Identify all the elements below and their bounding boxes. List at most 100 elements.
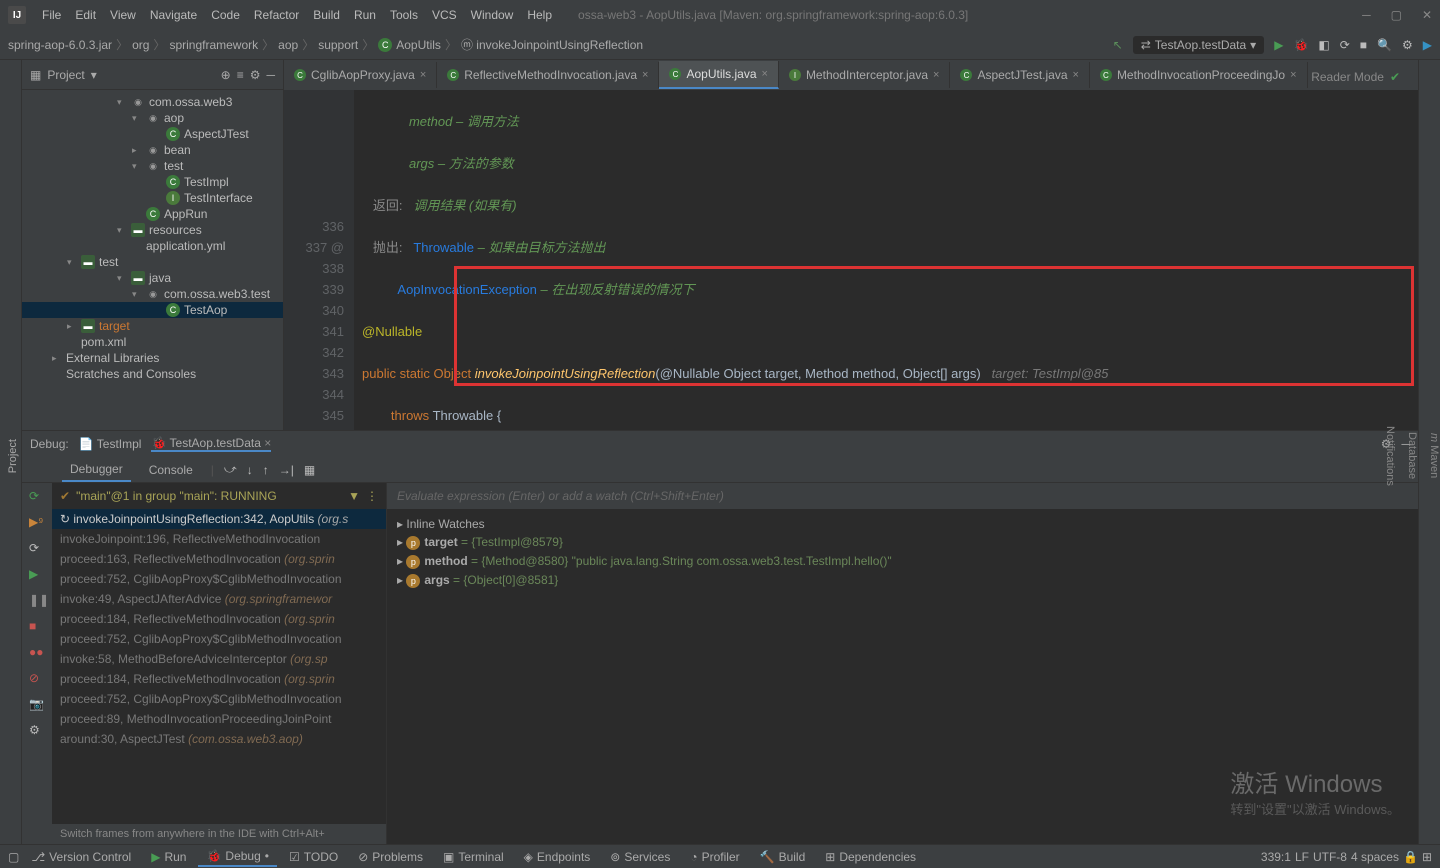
run-icon[interactable]: ▶ [1274, 38, 1283, 52]
sb-run[interactable]: ▶ Run [143, 848, 194, 866]
menu-code[interactable]: Code [205, 4, 246, 26]
editor-tab[interactable]: CCglibAopProxy.java× [284, 62, 437, 88]
tree-node[interactable]: pom.xml [22, 334, 283, 350]
play-icon[interactable]: ▶ [29, 567, 45, 583]
menu-vcs[interactable]: VCS [426, 4, 463, 26]
run-to-cursor-icon[interactable]: →| [279, 463, 294, 477]
sb-build[interactable]: 🔨 Build [752, 848, 814, 866]
tree-node[interactable]: ▾▬resources [22, 222, 283, 238]
sb-terminal[interactable]: ▣ Terminal [435, 848, 512, 866]
crumb[interactable]: AopUtils [396, 38, 441, 52]
tree-node[interactable]: ▾◉test [22, 158, 283, 174]
collapse-icon[interactable]: ≡ [237, 68, 244, 82]
locate-icon[interactable]: ⊕ [221, 68, 231, 82]
stack-frame[interactable]: invoke:58, MethodBeforeAdviceInterceptor… [52, 649, 386, 669]
menu-refactor[interactable]: Refactor [248, 4, 305, 26]
tool-notifications[interactable]: Notifications [1384, 426, 1396, 486]
menu-edit[interactable]: Edit [69, 4, 102, 26]
stack-frame[interactable]: proceed:184, ReflectiveMethodInvocation … [52, 669, 386, 689]
stop-icon[interactable]: ■ [29, 619, 45, 635]
gear-icon[interactable]: ⚙ [250, 68, 261, 82]
sb-profiler[interactable]: ◔ Profiler [682, 848, 747, 866]
stack-frame[interactable]: around:30, AspectJTest (com.ossa.web3.ao… [52, 729, 386, 749]
stack-frame[interactable]: invoke:49, AspectJAfterAdvice (org.sprin… [52, 589, 386, 609]
more-icon[interactable]: ⋮ [366, 489, 378, 503]
variable-row[interactable]: ▸ pmethod = {Method@8580} "public java.l… [397, 552, 1408, 571]
resume-icon[interactable]: ▶⁹ [29, 515, 45, 531]
pause2-icon[interactable]: ❚❚ [29, 593, 45, 609]
settings-icon[interactable]: ⚙ [1402, 38, 1413, 52]
pause-icon[interactable]: ⟳ [29, 541, 45, 557]
menu-file[interactable]: File [36, 4, 67, 26]
editor-tab[interactable]: CAopUtils.java× [659, 61, 778, 89]
settings-icon[interactable]: ⚙ [29, 723, 45, 739]
editor-tab[interactable]: CReflectiveMethodInvocation.java× [437, 62, 659, 88]
mute-icon[interactable]: ⊘ [29, 671, 45, 687]
tree-node[interactable]: CTestAop [22, 302, 283, 318]
sb-endpoints[interactable]: ◈ Endpoints [516, 848, 599, 866]
hide-icon[interactable]: ─ [266, 68, 275, 82]
tree-node[interactable]: application.yml [22, 238, 283, 254]
debug-icon[interactable]: 🐞 [1293, 38, 1308, 52]
play-icon[interactable]: ▶ [1423, 38, 1432, 52]
sb-todo[interactable]: ☑ TODO [281, 848, 346, 866]
coverage-icon[interactable]: ◧ [1318, 38, 1329, 52]
close-icon[interactable]: ✕ [1422, 8, 1432, 22]
editor-tab[interactable]: CMethodInvocationProceedingJo× [1090, 62, 1308, 88]
tool-maven[interactable]: m Maven [1428, 433, 1440, 478]
step-into-icon[interactable]: ↓ [247, 463, 253, 477]
step-out-icon[interactable]: ↑ [263, 463, 269, 477]
stack-frame[interactable]: proceed:752, CglibAopProxy$CglibMethodIn… [52, 629, 386, 649]
tree-node[interactable]: CAspectJTest [22, 126, 283, 142]
evaluate-field[interactable]: Evaluate expression (Enter) or add a wat… [387, 483, 1418, 509]
crumb[interactable]: org [132, 38, 149, 52]
debug-tab[interactable]: 🐞 TestAop.testData × [151, 436, 271, 452]
stack-frame[interactable]: proceed:89, MethodInvocationProceedingJo… [52, 709, 386, 729]
sb-vcs[interactable]: ⎇ Version Control [23, 848, 139, 866]
stack-frame[interactable]: proceed:163, ReflectiveMethodInvocation … [52, 549, 386, 569]
stop-icon[interactable]: ■ [1360, 38, 1367, 52]
thread-label[interactable]: "main"@1 in group "main": RUNNING [76, 489, 277, 503]
evaluate-icon[interactable]: ▦ [304, 463, 315, 477]
tool-database[interactable]: Database [1406, 432, 1418, 479]
breakpoints-icon[interactable]: ●● [29, 645, 45, 661]
run-config[interactable]: ⇄ TestAop.testData ▾ [1133, 36, 1264, 54]
step-over-icon[interactable]: ⤻ [224, 462, 237, 477]
tree-node[interactable]: CTestImpl [22, 174, 283, 190]
code-editor[interactable]: 336337 @338339340341342343344345346347 m… [284, 90, 1418, 430]
stack-frame[interactable]: proceed:752, CglibAopProxy$CglibMethodIn… [52, 569, 386, 589]
variable-row[interactable]: ▸ ptarget = {TestImpl@8579} [397, 533, 1408, 552]
tree-node[interactable]: ITestInterface [22, 190, 283, 206]
tree-node[interactable]: CAppRun [22, 206, 283, 222]
menu-tools[interactable]: Tools [384, 4, 424, 26]
tree-node[interactable]: ▾▬java [22, 270, 283, 286]
filter-icon[interactable]: ▼ [348, 489, 360, 503]
stack-frame[interactable]: proceed:184, ReflectiveMethodInvocation … [52, 609, 386, 629]
crumb[interactable]: aop [278, 38, 298, 52]
editor-tab[interactable]: IMethodInterceptor.java× [779, 62, 951, 88]
frames-list[interactable]: ↻ invokeJoinpointUsingReflection:342, Ao… [52, 509, 386, 824]
tree-node[interactable]: ▾▬test [22, 254, 283, 270]
menu-view[interactable]: View [104, 4, 142, 26]
tool-project[interactable]: Project [5, 433, 21, 479]
sb-lf[interactable]: LF [1295, 850, 1309, 864]
debug-tab[interactable]: 📄 TestImpl [79, 437, 142, 451]
camera-icon[interactable]: 📷 [29, 697, 45, 713]
menu-run[interactable]: Run [348, 4, 382, 26]
stack-frame[interactable]: proceed:752, CglibAopProxy$CglibMethodIn… [52, 689, 386, 709]
tree-node[interactable]: Scratches and Consoles [22, 366, 283, 382]
search-icon[interactable]: 🔍 [1377, 38, 1392, 52]
sb-debug[interactable]: 🐞 Debug • [198, 847, 277, 867]
tree-node[interactable]: ▾◉aop [22, 110, 283, 126]
profile-icon[interactable]: ⟳ [1340, 38, 1350, 52]
sb-indent[interactable]: 4 spaces [1351, 850, 1399, 864]
sb-icon[interactable]: ▢ [8, 850, 19, 864]
tree-node[interactable]: ▸◉bean [22, 142, 283, 158]
crumb[interactable]: springframework [169, 38, 258, 52]
tree-node[interactable]: ▾◉com.ossa.web3.test [22, 286, 283, 302]
stack-frame[interactable]: invokeJoinpoint:196, ReflectiveMethodInv… [52, 529, 386, 549]
project-tree[interactable]: ▾◉com.ossa.web3▾◉aopCAspectJTest▸◉bean▾◉… [22, 90, 283, 430]
menu-help[interactable]: Help [521, 4, 558, 26]
maximize-icon[interactable]: ▢ [1391, 8, 1402, 22]
sb-lock-icon[interactable]: 🔒 [1403, 850, 1418, 864]
